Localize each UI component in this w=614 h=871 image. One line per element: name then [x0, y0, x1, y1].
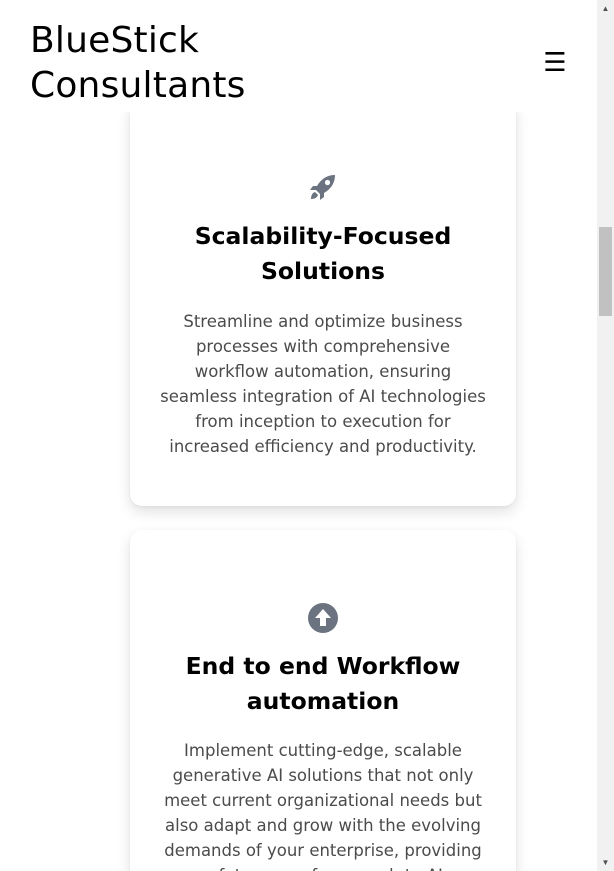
card-title-line: Scalability-Focused [194, 222, 452, 250]
arrow-circle-up-icon [308, 603, 338, 633]
brand-logo[interactable]: BlueStick Consultants [30, 18, 246, 108]
vertical-scrollbar[interactable]: ▲ ▼ [597, 0, 614, 871]
brand-line: Consultants [30, 65, 246, 106]
feature-card-scalability: Scalability-Focused Solutions Streamline… [130, 100, 516, 506]
site-header: BlueStick Consultants ☰ [0, 0, 597, 112]
card-title: Scalability-Focused Solutions [170, 219, 476, 289]
card-title-line: End to end Workflow [185, 652, 461, 680]
card-title-line: Solutions [260, 257, 385, 285]
feature-card-workflow: End to end Workflow automation Implement… [130, 530, 516, 871]
card-title: End to end Workflow automation [170, 649, 476, 719]
card-description: Streamline and optimize business process… [160, 312, 486, 456]
hamburger-menu-icon[interactable]: ☰ [540, 46, 570, 80]
card-description: Implement cutting-edge, scalable generat… [164, 741, 482, 871]
brand-line: BlueStick [30, 20, 200, 61]
scroll-down-arrow-icon[interactable]: ▼ [597, 854, 614, 871]
card-title-line: automation [246, 687, 400, 715]
scrollbar-thumb[interactable] [599, 227, 612, 316]
page-content: Scalability-Focused Solutions Streamline… [0, 0, 597, 871]
rocket-icon [310, 175, 335, 200]
browser-viewport: Scalability-Focused Solutions Streamline… [0, 0, 614, 871]
scroll-up-arrow-icon[interactable]: ▲ [597, 0, 614, 17]
